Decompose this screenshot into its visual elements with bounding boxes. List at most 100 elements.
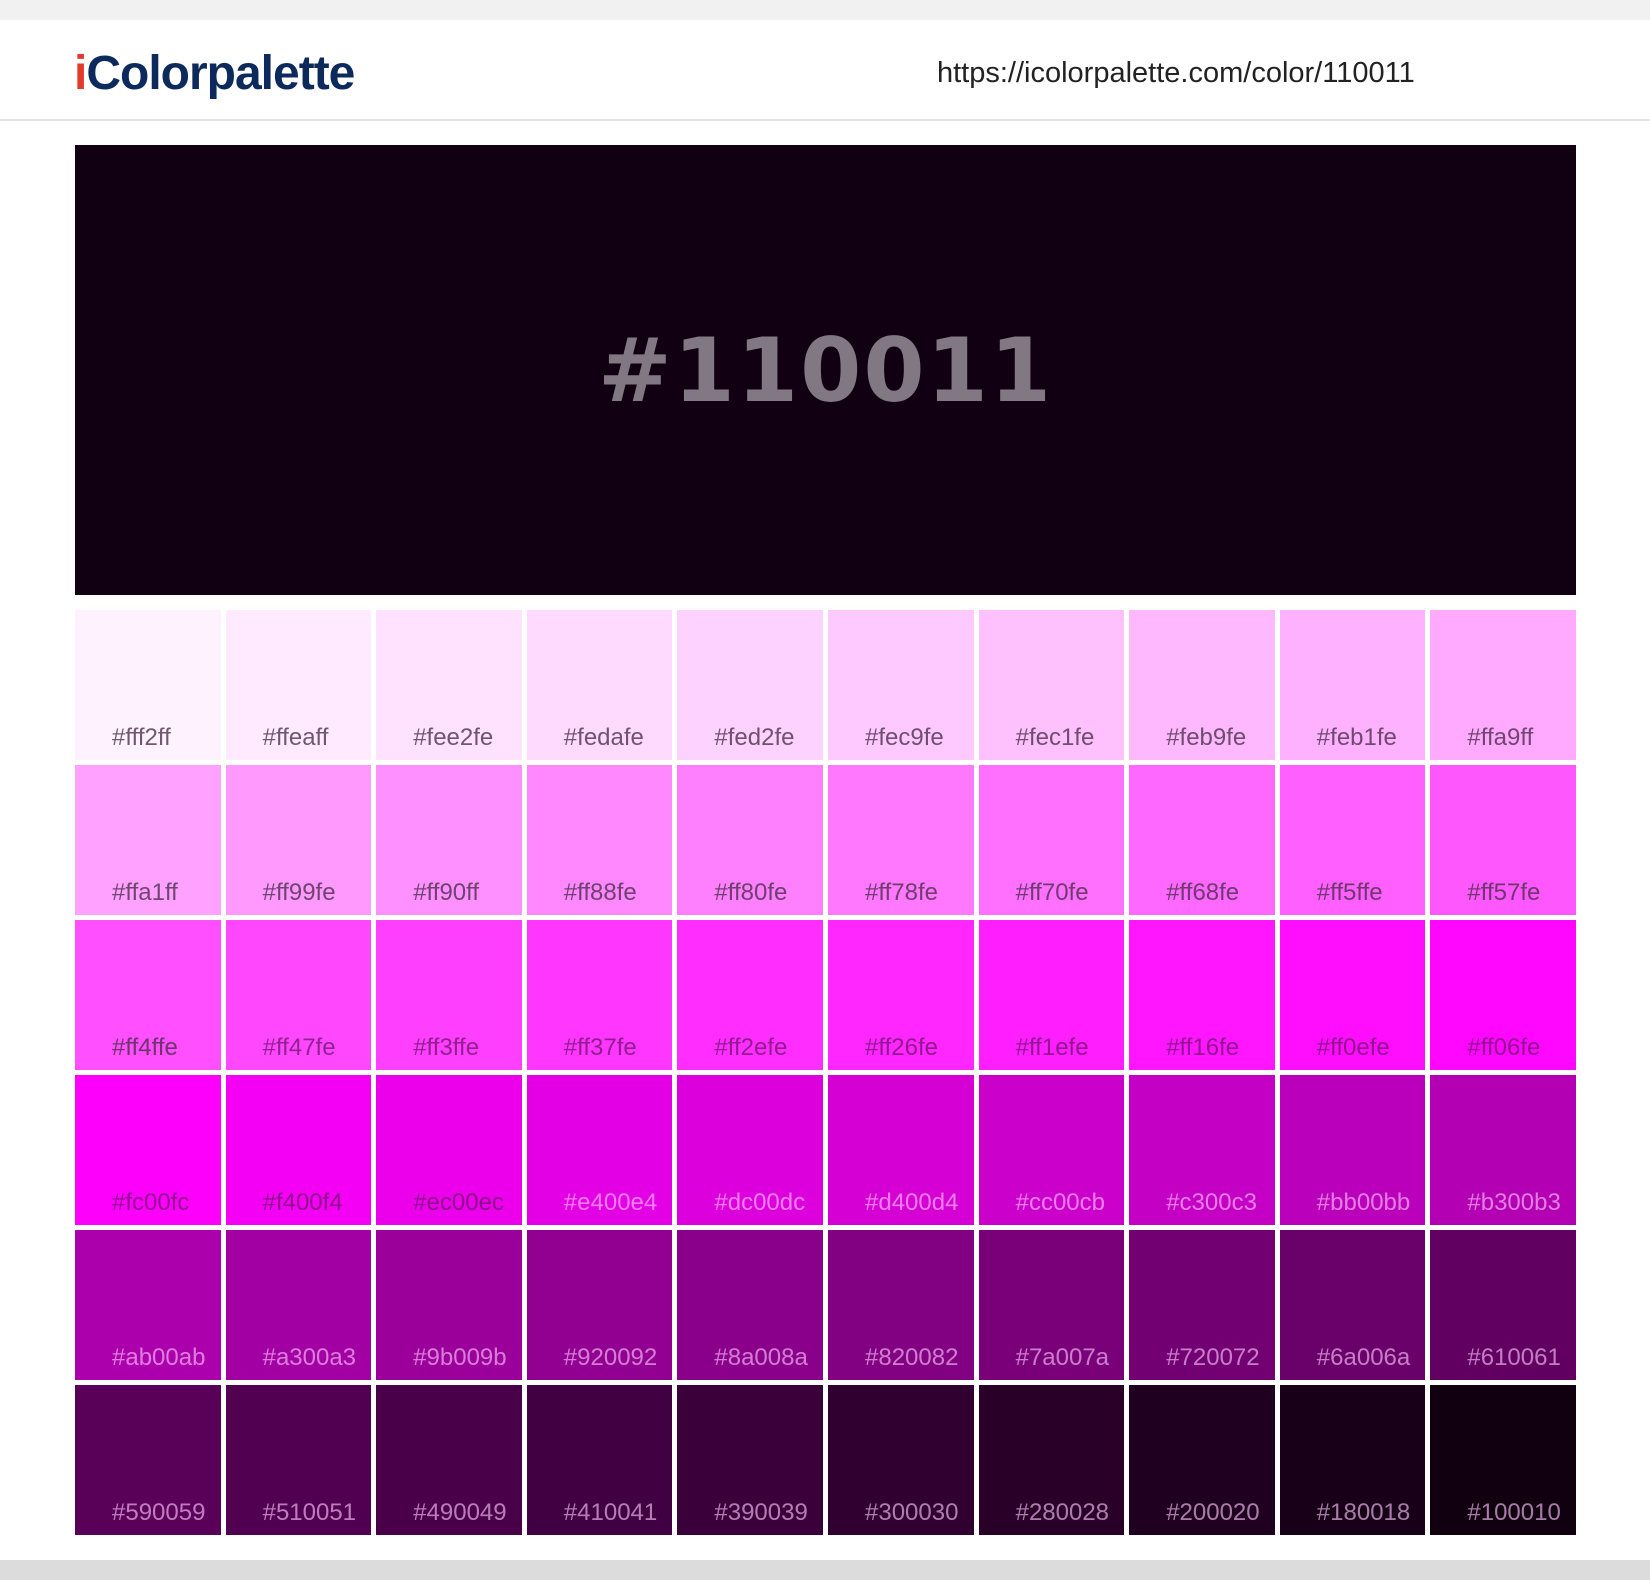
color-swatch[interactable]: #820082 bbox=[828, 1230, 974, 1380]
color-swatch[interactable]: #ff1efe bbox=[978, 920, 1125, 1070]
color-swatch[interactable]: #ff5ffe bbox=[1279, 765, 1426, 915]
swatch-hex-label: #ff26fe bbox=[865, 1034, 938, 1061]
swatch-hex-label: #ffa1ff bbox=[112, 879, 178, 906]
color-swatch[interactable]: #ffeaff bbox=[225, 610, 372, 760]
color-swatch[interactable]: #ff80fe bbox=[677, 765, 823, 915]
swatch-hex-label: #ff80fe bbox=[714, 879, 788, 906]
color-swatch[interactable]: #ab00ab bbox=[75, 1230, 221, 1380]
swatch-hex-label: #ff78fe bbox=[865, 879, 938, 906]
color-swatch[interactable]: #f400f4 bbox=[225, 1075, 372, 1225]
color-swatch[interactable]: #cc00cb bbox=[978, 1075, 1125, 1225]
color-swatch[interactable]: #feb1fe bbox=[1279, 610, 1426, 760]
color-swatch[interactable]: #fed2fe bbox=[677, 610, 823, 760]
main-color-swatch: #110011 bbox=[75, 145, 1576, 595]
color-swatch[interactable]: #8a008a bbox=[677, 1230, 823, 1380]
swatch-hex-label: #feb1fe bbox=[1316, 724, 1397, 751]
color-swatch[interactable]: #c300c3 bbox=[1129, 1075, 1275, 1225]
swatch-hex-label: #ff06fe bbox=[1467, 1034, 1541, 1061]
top-strip bbox=[0, 0, 1650, 20]
color-swatch[interactable]: #d400d4 bbox=[828, 1075, 974, 1225]
swatch-hex-label: #280028 bbox=[1015, 1499, 1110, 1526]
color-swatch[interactable]: #ff0efe bbox=[1279, 920, 1426, 1070]
color-swatch[interactable]: #ff06fe bbox=[1430, 920, 1576, 1070]
swatch-hex-label: #820082 bbox=[865, 1344, 959, 1371]
color-swatch[interactable]: #490049 bbox=[376, 1385, 522, 1535]
color-swatch[interactable]: #ff68fe bbox=[1129, 765, 1275, 915]
swatch-hex-label: #bb00bb bbox=[1316, 1189, 1411, 1216]
swatch-hex-label: #7a007a bbox=[1015, 1344, 1110, 1371]
color-swatch[interactable]: #bb00bb bbox=[1279, 1075, 1426, 1225]
swatch-hex-label: #6a006a bbox=[1316, 1344, 1411, 1371]
color-swatch[interactable]: #fee2fe bbox=[376, 610, 522, 760]
color-swatch[interactable]: #b300b3 bbox=[1430, 1075, 1576, 1225]
color-swatch[interactable]: #590059 bbox=[75, 1385, 221, 1535]
swatch-hex-label: #b300b3 bbox=[1467, 1189, 1561, 1216]
color-swatch[interactable]: #fff2ff bbox=[75, 610, 221, 760]
swatch-hex-label: #ab00ab bbox=[112, 1344, 206, 1371]
color-swatch[interactable]: #200020 bbox=[1129, 1385, 1275, 1535]
color-swatch[interactable]: #ff78fe bbox=[828, 765, 974, 915]
swatch-hex-label: #ec00ec bbox=[413, 1189, 504, 1216]
swatch-hex-label: #300030 bbox=[865, 1499, 959, 1526]
color-swatch[interactable]: #ff47fe bbox=[225, 920, 372, 1070]
color-swatch[interactable]: #6a006a bbox=[1279, 1230, 1426, 1380]
color-swatch[interactable]: #510051 bbox=[225, 1385, 372, 1535]
color-swatch[interactable]: #ff90ff bbox=[376, 765, 522, 915]
color-swatch[interactable]: #ff16fe bbox=[1129, 920, 1275, 1070]
color-swatch[interactable]: #ff3ffe bbox=[376, 920, 522, 1070]
color-swatch[interactable]: #fc00fc bbox=[75, 1075, 221, 1225]
swatch-hex-label: #fedafe bbox=[563, 724, 644, 751]
color-swatch[interactable]: #920092 bbox=[526, 1230, 673, 1380]
color-swatch[interactable]: #ff57fe bbox=[1430, 765, 1576, 915]
swatch-hex-label: #fee2fe bbox=[413, 724, 494, 751]
shade-grid: #fff2ff #ffeaff #fee2fe #fedafe #fed2fe #fec9… bbox=[75, 610, 1576, 1535]
color-swatch[interactable]: #e400e4 bbox=[526, 1075, 673, 1225]
color-swatch[interactable]: #ff99fe bbox=[225, 765, 372, 915]
swatch-hex-label: #390039 bbox=[714, 1499, 808, 1526]
color-swatch[interactable]: #fec9fe bbox=[828, 610, 974, 760]
color-swatch[interactable]: #feb9fe bbox=[1129, 610, 1275, 760]
swatch-hex-label: #ff68fe bbox=[1166, 879, 1240, 906]
bottom-strip bbox=[0, 1560, 1650, 1580]
color-swatch[interactable]: #fedafe bbox=[526, 610, 673, 760]
color-swatch[interactable]: #ff26fe bbox=[828, 920, 974, 1070]
swatch-hex-label: #490049 bbox=[413, 1499, 507, 1526]
color-swatch[interactable]: #a300a3 bbox=[225, 1230, 372, 1380]
color-swatch[interactable]: #ec00ec bbox=[376, 1075, 522, 1225]
swatch-hex-label: #720072 bbox=[1166, 1344, 1260, 1371]
swatch-hex-label: #ff88fe bbox=[563, 879, 637, 906]
swatch-hex-label: #fec9fe bbox=[865, 724, 944, 751]
color-swatch[interactable]: #410041 bbox=[526, 1385, 673, 1535]
color-swatch[interactable]: #ff88fe bbox=[526, 765, 673, 915]
swatch-hex-label: #ff37fe bbox=[563, 1034, 637, 1061]
color-swatch[interactable]: #390039 bbox=[677, 1385, 823, 1535]
color-swatch[interactable]: #ffa1ff bbox=[75, 765, 221, 915]
swatch-hex-label: #590059 bbox=[112, 1499, 206, 1526]
color-swatch[interactable]: #ff37fe bbox=[526, 920, 673, 1070]
color-swatch[interactable]: #300030 bbox=[828, 1385, 974, 1535]
swatch-hex-label: #180018 bbox=[1316, 1499, 1411, 1526]
color-swatch[interactable]: #100010 bbox=[1430, 1385, 1576, 1535]
color-swatch[interactable]: #dc00dc bbox=[677, 1075, 823, 1225]
color-swatch[interactable]: #fec1fe bbox=[978, 610, 1125, 760]
swatch-hex-label: #ff70fe bbox=[1015, 879, 1089, 906]
logo-letter-i: i bbox=[74, 47, 87, 100]
swatch-hex-label: #ff5ffe bbox=[1316, 879, 1383, 906]
color-swatch[interactable]: #ff4ffe bbox=[75, 920, 221, 1070]
swatch-hex-label: #ff99fe bbox=[262, 879, 336, 906]
swatch-hex-label: #c300c3 bbox=[1166, 1189, 1257, 1216]
swatch-hex-label: #dc00dc bbox=[714, 1189, 806, 1216]
color-swatch[interactable]: #610061 bbox=[1430, 1230, 1576, 1380]
color-swatch[interactable]: #720072 bbox=[1129, 1230, 1275, 1380]
swatch-hex-label: #410041 bbox=[563, 1499, 658, 1526]
color-swatch[interactable]: #180018 bbox=[1279, 1385, 1426, 1535]
color-swatch[interactable]: #ffa9ff bbox=[1430, 610, 1576, 760]
color-swatch[interactable]: #280028 bbox=[978, 1385, 1125, 1535]
swatch-hex-label: #100010 bbox=[1467, 1499, 1561, 1526]
site-logo[interactable]: iColorpalette bbox=[74, 46, 355, 102]
logo-text: Colorpalette bbox=[86, 47, 355, 100]
color-swatch[interactable]: #ff70fe bbox=[978, 765, 1125, 915]
color-swatch[interactable]: #7a007a bbox=[978, 1230, 1125, 1380]
color-swatch[interactable]: #ff2efe bbox=[677, 920, 823, 1070]
color-swatch[interactable]: #9b009b bbox=[376, 1230, 522, 1380]
